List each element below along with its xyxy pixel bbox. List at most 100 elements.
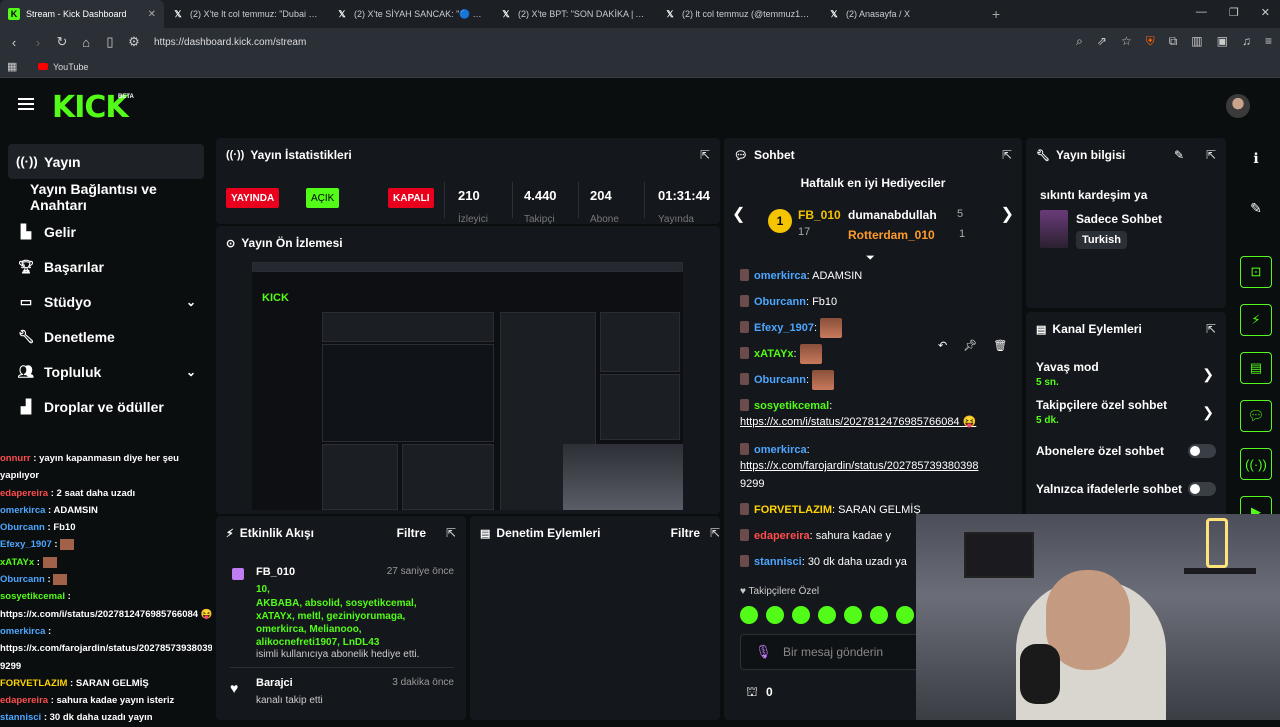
event-user[interactable]: Barajci (256, 677, 293, 689)
sidebar-item-basarilar[interactable]: 🏆︎ Başarılar (0, 249, 212, 284)
document-icon[interactable]: ▤ (1240, 352, 1272, 384)
tab-x-2[interactable]: 𝕏 (2) X'te SİYAH SANCAK: "🔵 ABD Ha (328, 0, 492, 28)
chat-username[interactable]: Efexy_1907 (754, 322, 814, 334)
share-icon[interactable]: ⇗ (1097, 34, 1107, 49)
emote-icon[interactable] (896, 606, 914, 624)
chat-username[interactable]: Oburcann (0, 574, 45, 585)
pin-icon[interactable]: 📌︎ (963, 339, 977, 352)
chat-username[interactable]: stannisci (754, 556, 802, 568)
chevron-down-icon[interactable]: ⌄ (186, 365, 196, 379)
filter-button[interactable]: Filtre (397, 526, 426, 540)
popout-icon[interactable]: ⇱ (710, 526, 720, 540)
delete-icon[interactable]: 🗑︎ (993, 339, 1007, 352)
sidebar-item-gelir[interactable]: ▙ Gelir (0, 214, 212, 249)
chat-bubble-icon[interactable]: 💬︎ (1240, 400, 1272, 432)
slow-mode-row[interactable]: Yavaş mod 5 sn. ❯ (1036, 360, 1216, 392)
pinned-arrow-icon[interactable]: ⏷ (866, 252, 875, 265)
sidebar-item-denetleme[interactable]: 🔧︎ Denetleme (0, 319, 212, 354)
reply-icon[interactable]: ↶ (938, 339, 947, 352)
chat-username[interactable]: Oburcann (0, 522, 45, 533)
chat-username[interactable]: omerkirca (754, 444, 807, 456)
tab-x-4[interactable]: 𝕏 (2) lt col temmuz (@temmuz1919) / X (656, 0, 820, 28)
gifter-2-name[interactable]: dumanabdullah (848, 208, 937, 222)
clip-icon[interactable]: ⊡ (1240, 256, 1272, 288)
emote-icon[interactable] (844, 606, 862, 624)
chevron-right-icon[interactable]: ❯ (1001, 204, 1014, 224)
chat-username[interactable]: Oburcann (754, 296, 806, 308)
event-user[interactable]: FB_010 (256, 566, 295, 578)
back-icon[interactable]: ‹ (4, 35, 24, 50)
extensions-icon[interactable]: ⧉ (1169, 34, 1178, 49)
chat-username[interactable]: omerkirca (0, 626, 45, 637)
wallet-icon[interactable]: ▣ (1217, 34, 1228, 49)
popout-icon[interactable]: ⇱ (700, 148, 710, 162)
close-icon[interactable]: ✕ (148, 9, 156, 20)
popout-icon[interactable]: ⇱ (1206, 148, 1216, 162)
bookmark-youtube[interactable]: YouTube (53, 62, 88, 72)
emotes-only-toggle[interactable] (1188, 482, 1216, 496)
apps-icon[interactable]: ▦ (7, 60, 17, 73)
bookmark-icon[interactable]: ▯ (100, 34, 120, 50)
tab-x-5[interactable]: 𝕏 (2) Anasayfa / X (820, 0, 984, 28)
sidebar-item-yayin[interactable]: ((·)) Yayın (8, 144, 204, 179)
maximize-icon[interactable]: ❐ (1229, 6, 1239, 19)
sidebar-item-stream-key[interactable]: Yayın Bağlantısı ve Anahtarı (0, 179, 212, 214)
chat-username[interactable]: edapereira (0, 488, 48, 499)
home-icon[interactable]: ⌂ (76, 35, 96, 50)
emote-icon[interactable] (766, 606, 784, 624)
zoom-icon[interactable]: ⌕ (1076, 34, 1083, 49)
close-window-icon[interactable]: ✕ (1261, 6, 1270, 19)
popout-icon[interactable]: ⇱ (1206, 322, 1216, 336)
music-icon[interactable]: ♫ (1242, 34, 1251, 49)
gifter-3-name[interactable]: Rotterdam_010 (848, 228, 935, 242)
sidebar-icon[interactable]: ▥ (1191, 34, 1202, 49)
chat-username[interactable]: edapereira (754, 530, 810, 542)
chat-username[interactable]: sosyetikcemal (0, 591, 65, 602)
avatar[interactable] (1226, 94, 1250, 118)
kick-logo[interactable]: KICK (52, 90, 129, 125)
chat-username[interactable]: stannisci (0, 712, 41, 723)
category-name[interactable]: Sadece Sohbet (1076, 212, 1162, 226)
broadcast-icon[interactable]: ((·)) (1240, 448, 1272, 480)
chat-username[interactable]: Efexy_1907 (0, 539, 52, 550)
chat-link[interactable]: https://x.com/farojardin/status/20278573… (740, 460, 979, 472)
tab-x-1[interactable]: 𝕏 (2) X'te lt col temmuz: "Dubai Burj E (164, 0, 328, 28)
sidebar-item-topluluk[interactable]: 👥︎ Topluluk ⌄ (0, 354, 212, 389)
popout-icon[interactable]: ⇱ (446, 526, 456, 540)
info-icon[interactable]: ℹ (1240, 142, 1272, 174)
stream-preview-video[interactable]: KICK (252, 262, 683, 510)
chat-username[interactable]: FORVETLAZIM (754, 504, 832, 516)
chat-username[interactable]: Oburcann (754, 374, 806, 386)
chat-username[interactable]: FORVETLAZIM (0, 678, 67, 689)
forward-icon[interactable]: › (28, 35, 48, 50)
emote-icon[interactable] (740, 606, 758, 624)
microphone-icon[interactable]: 🎙︎ (755, 644, 772, 660)
chevron-right-icon[interactable]: ❯ (1202, 366, 1214, 383)
chat-username[interactable]: onnurr (0, 453, 31, 464)
shield-icon[interactable]: ⛨ (1146, 34, 1155, 49)
chat-username[interactable]: edapereira (0, 695, 48, 706)
chat-username[interactable]: sosyetikcemal (754, 400, 829, 412)
lightning-icon[interactable]: ⚡︎ (1240, 304, 1272, 336)
chat-link[interactable]: https://x.com/i/status/20278124769857660… (740, 416, 976, 428)
followers-only-row[interactable]: Takipçilere özel sohbet 5 dk. ❯ (1036, 398, 1216, 430)
emote-icon[interactable] (870, 606, 888, 624)
edit-icon[interactable]: ✎ (1174, 148, 1184, 162)
hamburger-menu-icon[interactable] (18, 98, 34, 110)
tab-kick-dashboard[interactable]: K Stream - Kick Dashboard ✕ (0, 0, 164, 28)
site-info-icon[interactable]: ⚙ (124, 34, 144, 50)
pencil-icon[interactable]: ✎ (1240, 192, 1272, 224)
popout-icon[interactable]: ⇱ (1002, 148, 1012, 162)
points-icon[interactable]: ⛫ (746, 684, 758, 702)
chat-username[interactable]: omerkirca (754, 270, 807, 282)
new-tab-icon[interactable]: + (992, 6, 1000, 22)
minimize-icon[interactable]: — (1196, 6, 1207, 19)
emote-icon[interactable] (818, 606, 836, 624)
subs-only-toggle[interactable] (1188, 444, 1216, 458)
filter-button[interactable]: Filtre (671, 526, 700, 540)
emote-icon[interactable] (792, 606, 810, 624)
chevron-down-icon[interactable]: ⌄ (186, 295, 196, 309)
url-field[interactable]: https://dashboard.kick.com/stream (154, 37, 306, 48)
chevron-left-icon[interactable]: ❮ (732, 204, 745, 224)
chat-username[interactable]: xATAYx (754, 348, 794, 360)
